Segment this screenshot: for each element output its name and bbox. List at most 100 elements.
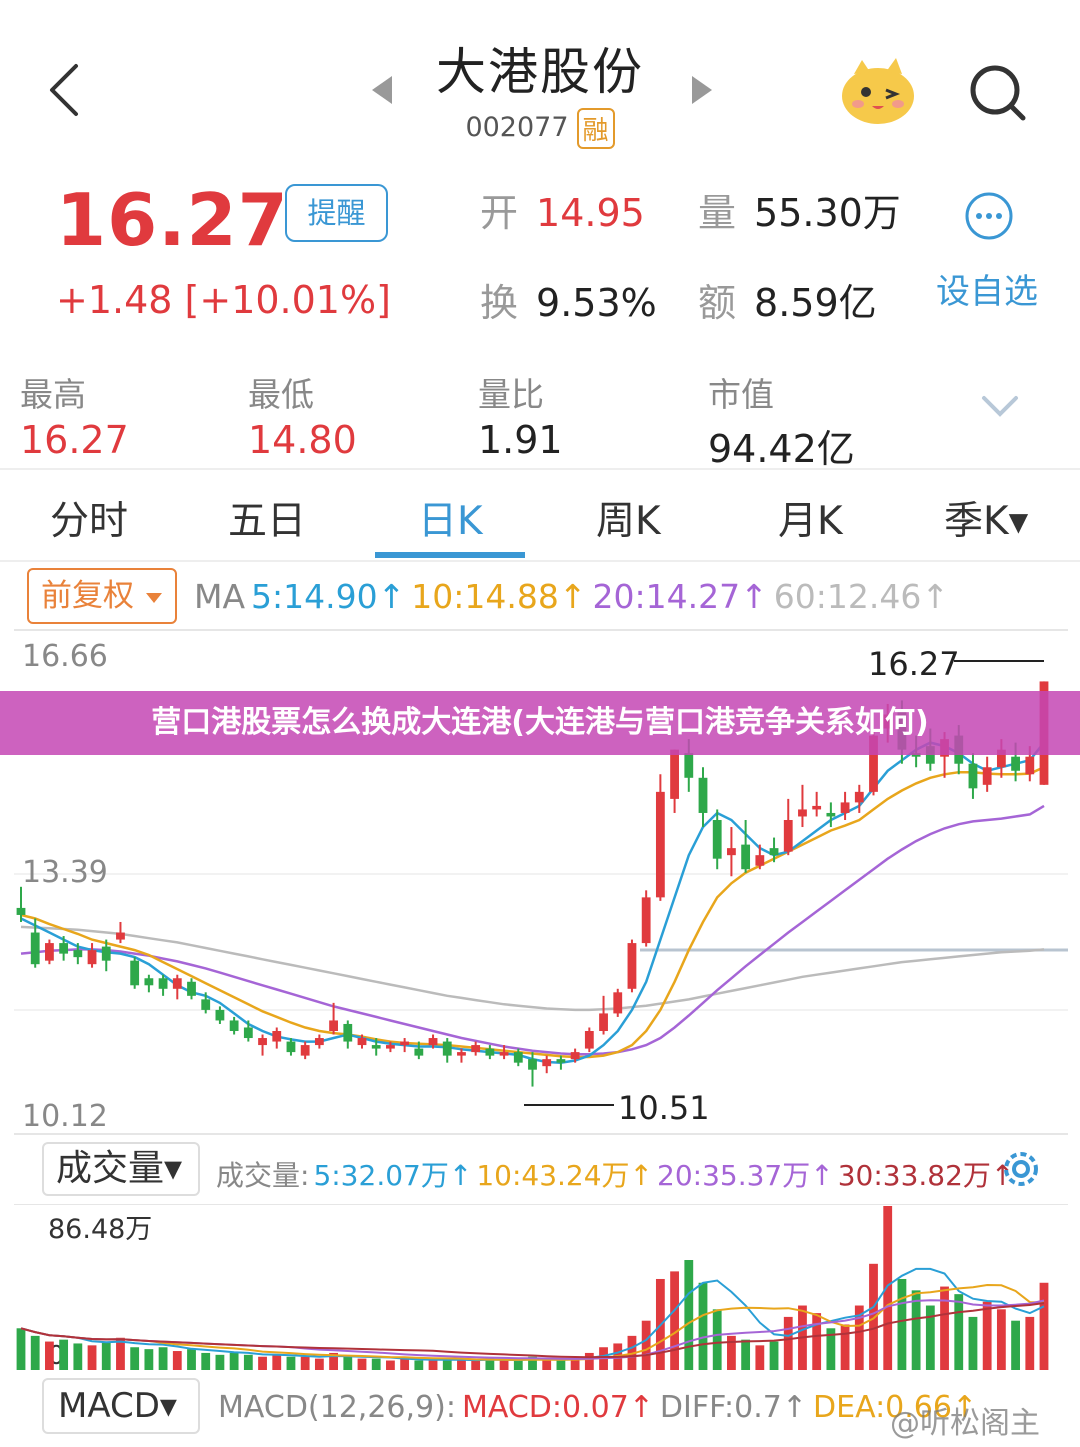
macd-indicator-dropdown[interactable]: MACD▾ (42, 1378, 200, 1434)
vol-ma20-value: 20:35.37万↑ (657, 1159, 834, 1192)
candle-body (300, 1045, 310, 1056)
volume-bar (712, 1309, 722, 1370)
volume-bar (556, 1360, 566, 1370)
tab-five-day[interactable]: 五日 (228, 490, 306, 546)
volume-bar (414, 1360, 424, 1370)
open-value: 14.95 (536, 191, 645, 235)
add-watchlist-button[interactable]: 设自选 (936, 264, 1038, 313)
mascot-icon[interactable] (836, 54, 920, 126)
candle-body (727, 848, 736, 856)
ma10-line (20, 766, 1045, 1059)
vol-ma10-value: 10:43.24万↑ (476, 1159, 653, 1192)
candle-body (798, 809, 807, 817)
low-price-label: 10.51 (618, 1089, 710, 1127)
volume-bar (457, 1360, 466, 1370)
dropdown-triangle-icon (145, 592, 162, 603)
candle-body (357, 1038, 367, 1046)
candle-body (428, 1038, 438, 1046)
volume-bar (968, 1316, 978, 1370)
candle-body (528, 1059, 537, 1070)
candle-body (968, 763, 978, 789)
chevron-down-icon[interactable] (980, 390, 1020, 420)
divider (0, 468, 1080, 470)
article-title-banner[interactable]: 营口港股票怎么换成大连港(大连港与营口港竞争关系如何) (0, 691, 1080, 755)
amount-value: 8.59亿 (754, 281, 877, 325)
search-icon[interactable] (965, 60, 1029, 124)
candle-body (343, 1023, 353, 1042)
tab-daily-k[interactable]: 日K (418, 490, 483, 546)
volume-bar (769, 1341, 779, 1370)
macd-params: MACD(12,26,9): (218, 1390, 456, 1425)
volume-bar (1011, 1320, 1020, 1370)
volume-bar (812, 1313, 822, 1370)
volume-bar (883, 1206, 893, 1370)
volume-prefix: 成交量: (216, 1159, 310, 1192)
candle-body (783, 819, 793, 852)
candle-body (201, 999, 211, 1010)
candle-body (641, 897, 651, 944)
volume-bar (73, 1343, 83, 1370)
candle-body (854, 791, 864, 803)
candle-body (59, 943, 69, 954)
volume-chart[interactable]: 86.48万 0 (0, 1204, 1080, 1374)
amount-stat: 额 8.59亿 (698, 272, 877, 327)
volume-bar (300, 1356, 310, 1370)
volume-bar (641, 1320, 651, 1370)
active-tab-indicator (375, 552, 525, 558)
ma5-value: 5:14.90↑ (251, 577, 406, 616)
volume-bar (357, 1358, 367, 1370)
tab-weekly-k[interactable]: 周K (596, 490, 661, 546)
margin-trading-badge: 融 (576, 108, 615, 149)
candle-body (670, 749, 679, 799)
tab-quarterly-k[interactable]: 季K▾ (944, 490, 1028, 546)
candle-body (187, 981, 196, 996)
ma-prefix: MA (194, 577, 246, 616)
volume-bar (996, 1309, 1006, 1370)
volume-bar (272, 1354, 282, 1370)
candle-body (627, 943, 637, 989)
vol-ma5-value: 5:32.07万↑ (313, 1159, 473, 1192)
high-price-label: 16.27 (868, 645, 960, 683)
volume-bar (1039, 1282, 1049, 1370)
volume-indicator-dropdown[interactable]: 成交量▾ (42, 1142, 200, 1196)
volume-bar (542, 1360, 552, 1370)
volume-bar (741, 1339, 751, 1370)
summary-value-volume-ratio: 1.91 (478, 418, 563, 462)
candle-body (471, 1045, 481, 1053)
candle-body (158, 978, 168, 989)
volume-bar (144, 1349, 154, 1370)
volume-bar (783, 1316, 793, 1370)
remind-button[interactable]: 提醒 (285, 184, 388, 242)
candle-body (243, 1027, 253, 1039)
candle-body (457, 1052, 466, 1056)
candle-body (570, 1052, 580, 1060)
volume-label: 量 (698, 191, 737, 235)
candle-body (812, 805, 822, 810)
divider (0, 560, 1080, 562)
volume-bar (584, 1352, 594, 1370)
candle-body (30, 932, 40, 965)
tab-minute[interactable]: 分时 (50, 490, 128, 546)
ma10-value: 10:14.88↑ (411, 577, 587, 616)
volume-bar (897, 1278, 907, 1370)
ma20-line (20, 804, 1045, 1056)
candle-body (826, 812, 836, 817)
volume-bar (954, 1294, 964, 1370)
volume-stat: 量 55.30万 (698, 182, 901, 237)
current-price: 16.27 (56, 178, 289, 262)
candle-body (1025, 756, 1035, 775)
watermark: @听松阁主 (890, 1406, 1040, 1441)
candle-body (371, 1045, 381, 1049)
adjust-dropdown[interactable]: 前复权 (27, 568, 177, 624)
candle-body (556, 1059, 566, 1063)
volume-bar (684, 1260, 694, 1370)
candle-body (741, 844, 751, 870)
candle-body (45, 943, 54, 961)
summary-value-market-cap: 94.42亿 (708, 427, 855, 471)
turnover-value: 9.53% (536, 281, 657, 325)
candle-body (1011, 756, 1020, 771)
tab-monthly-k[interactable]: 月K (778, 490, 843, 546)
more-icon[interactable] (963, 190, 1015, 242)
volume-bar (1025, 1316, 1035, 1370)
gear-icon[interactable] (998, 1146, 1044, 1192)
